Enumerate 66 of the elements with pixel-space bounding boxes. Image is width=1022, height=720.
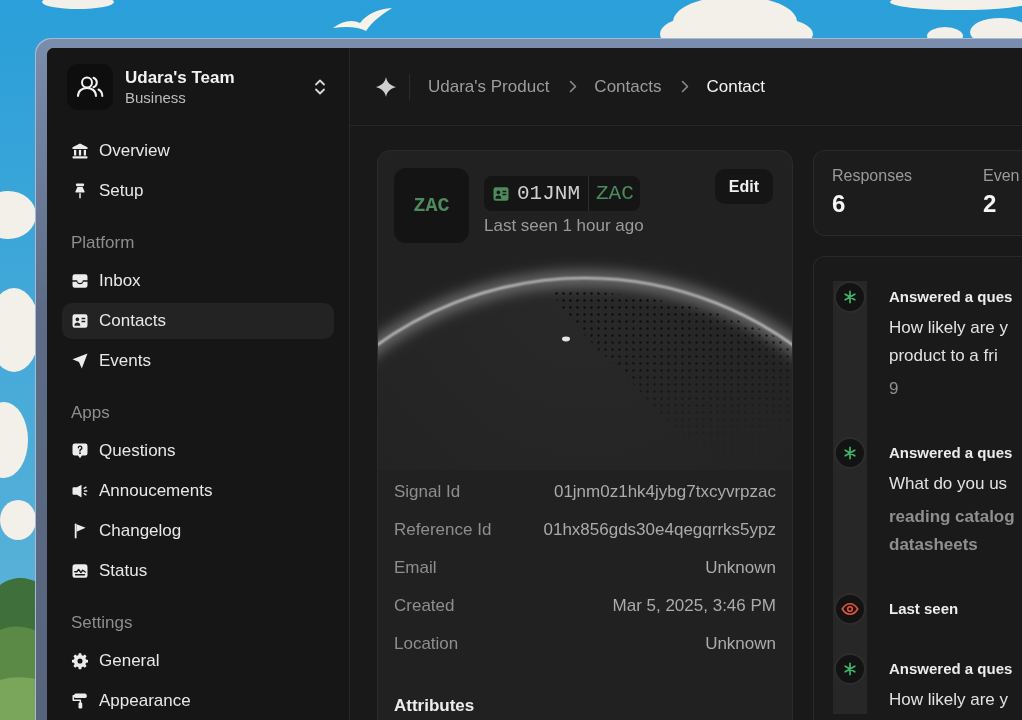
detail-label: Email [394,558,437,578]
detail-label: Created [394,596,455,616]
contact-id: 01JNM [517,181,581,207]
breadcrumb-item[interactable]: Contacts [594,75,662,98]
stat-value: 2 [983,190,997,218]
cloud [42,0,114,9]
answer-text: 9 [889,378,899,400]
nav-item[interactable]: Contacts [62,303,334,339]
stat-value: 6 [832,190,846,218]
inbox-icon [71,272,89,290]
contact-card-icon [492,184,510,203]
event-title: Last seen [889,599,959,619]
event-title: Answered a ques [889,443,1013,463]
navigation-arrow-icon [71,352,89,370]
contact-card-icon [71,312,89,330]
question-text: How likely are y [889,689,1009,711]
detail-value: Unknown [705,558,776,578]
answer-text: reading catalog datasheets [889,506,1015,556]
event-title: Answered a ques [889,659,1013,679]
section-heading: Attributes [394,696,475,716]
cloud [0,191,36,239]
sparkle-icon [375,75,397,98]
nav-item[interactable]: General [62,643,334,679]
settings-icon [71,652,89,670]
chevron-right-icon [569,80,578,93]
last-seen-text: Last seen 1 hour ago [484,216,644,236]
chevron-up-down-icon[interactable] [314,77,326,96]
megaphone-icon [71,482,89,500]
detail-value: 01jnm0z1hk4jybg7txcyvrpzac [553,482,776,502]
question-text: What do you us [889,473,1008,495]
detail-value: Unknown [705,634,776,654]
event-title: Answered a ques [889,287,1013,307]
stat-label: Responses [832,166,913,186]
edit-button[interactable]: Edit [714,169,773,204]
nav-item[interactable]: Setup [62,173,334,209]
question-bubble-icon [71,442,89,460]
bank-icon [71,142,89,160]
question-text: How likely are y product to a fri [889,317,1009,367]
paint-roller-icon [71,692,89,710]
nav-item[interactable]: Appearance [62,683,334,719]
detail-label: Location [394,634,459,654]
initials-avatar: ZAC [394,168,469,243]
breadcrumb-item: Contact [706,75,766,98]
chevron-right-icon [681,80,690,93]
team-plan: Business [125,87,186,107]
users-icon [67,63,113,110]
nav-item[interactable]: Annoucements [62,473,334,509]
detail-value: Mar 5, 2025, 3:46 PM [612,596,776,616]
team-name: Udara's Team [125,66,235,88]
detail-label: Signal Id [394,482,461,502]
section-heading: Apps [71,403,110,423]
nav-item[interactable]: Status [62,553,334,589]
section-heading: Platform [71,233,135,253]
section-heading: Settings [71,613,133,633]
nav-item[interactable]: Overview [62,133,334,169]
id-suffix: ZAC [588,176,634,211]
nav-item[interactable]: Questions [62,433,334,469]
detail-label: Reference Id [394,520,492,540]
stat-label: Even [983,166,1020,186]
nav-item[interactable]: Events [62,343,334,379]
detail-value: 01hx856gds30e4qegqrrks5ypz [543,520,776,540]
bird [333,8,392,31]
pulse-chart-icon [71,562,89,580]
nav-item[interactable]: Inbox [62,263,334,299]
breadcrumb-item[interactable]: Udara's Product [428,75,550,98]
nav-item[interactable]: Changelog [62,513,334,549]
